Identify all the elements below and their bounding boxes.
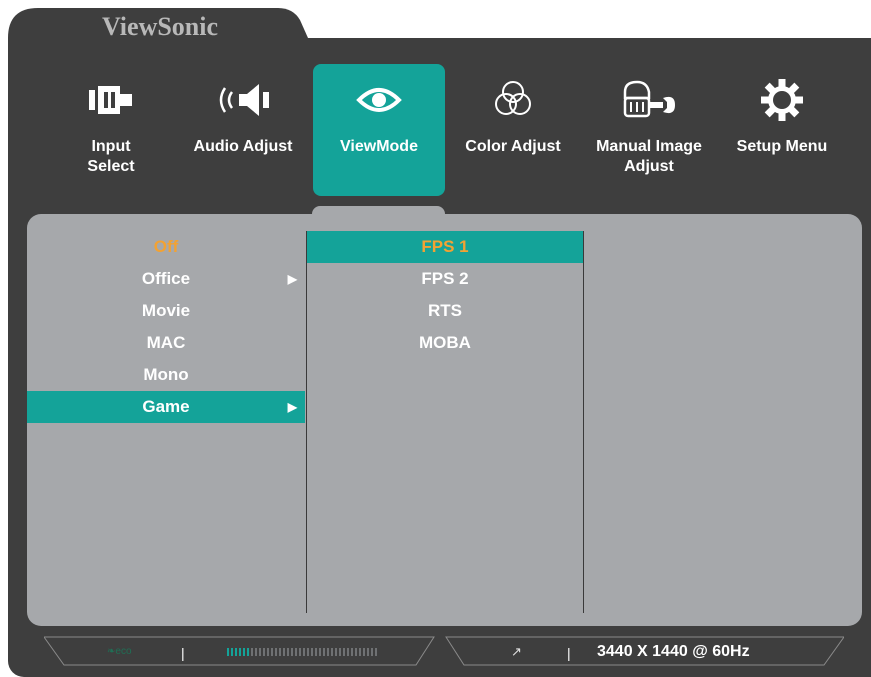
eco-level-segment [359, 648, 361, 656]
eco-level-segment [243, 648, 245, 656]
eco-level-segment [227, 648, 229, 656]
eco-level-segment [263, 648, 265, 656]
eye-icon [356, 88, 402, 112]
eco-level-segment [351, 648, 353, 656]
input-select-icon [89, 86, 132, 114]
viewmode-item-game[interactable]: Game ▶ [27, 391, 305, 423]
eco-level-segment [367, 648, 369, 656]
eco-level-segment [371, 648, 373, 656]
viewmode-item-mac[interactable]: MAC [27, 327, 305, 359]
viewmode-item-off[interactable]: Off [27, 231, 305, 263]
eco-level-segment [331, 648, 333, 656]
menu-label: Audio Adjust [193, 138, 293, 155]
eco-level-segment [279, 648, 281, 656]
item-label: Movie [141, 301, 191, 320]
game-item-fps2[interactable]: FPS 2 [307, 263, 583, 295]
eco-level-segment [239, 648, 241, 656]
osd-menu: ViewSonic Input Select Audio Adjust View… [0, 0, 871, 677]
resolution-readout: 3440 X 1440 @ 60Hz [597, 643, 750, 660]
menu-setup[interactable]: Setup Menu [716, 64, 848, 196]
eco-mode-indicator: ❧eco [107, 646, 132, 657]
eco-level-segment [375, 648, 377, 656]
eco-level-segment [327, 648, 329, 656]
eco-level-segment [283, 648, 285, 656]
submenu-arrow-icon: ▶ [287, 272, 297, 286]
menu-viewmode[interactable]: ViewMode [313, 64, 445, 196]
eco-label: eco [115, 646, 132, 657]
eco-level-segment [291, 648, 293, 656]
eco-level-segment [299, 648, 301, 656]
item-label: Off [153, 237, 179, 256]
item-label: RTS [428, 301, 462, 320]
status-separator: | [181, 645, 185, 661]
menu-audio-adjust[interactable]: Audio Adjust [177, 64, 309, 196]
menu-label: Manual Image Adjust [596, 138, 702, 175]
status-separator: | [567, 645, 571, 661]
game-item-moba[interactable]: MOBA [307, 327, 583, 359]
game-item-fps1[interactable]: FPS 1 [307, 231, 583, 263]
eco-level-segment [363, 648, 365, 656]
menu-input-select[interactable]: Input Select [45, 64, 177, 196]
eco-level-segment [247, 648, 249, 656]
item-label: FPS 1 [421, 237, 469, 256]
eco-level-segment [275, 648, 277, 656]
eco-level-segment [343, 648, 345, 656]
eco-level-segment [335, 648, 337, 656]
eco-level-segment [319, 648, 321, 656]
submenu-arrow-icon: ▶ [287, 400, 297, 414]
item-label: Office [141, 269, 191, 288]
eco-level-segment [355, 648, 357, 656]
item-label: FPS 2 [421, 269, 469, 288]
eco-level-segment [235, 648, 237, 656]
menu-color-adjust[interactable]: Color Adjust [447, 64, 579, 196]
eco-level-segment [287, 648, 289, 656]
eco-level-segment [231, 648, 233, 656]
eco-level-segment [311, 648, 313, 656]
external-link-icon: ↗ [511, 644, 522, 659]
viewmode-item-mono[interactable]: Mono [27, 359, 305, 391]
eco-level-segment [267, 648, 269, 656]
menu-label: Setup Menu [736, 138, 828, 155]
item-label: MOBA [419, 333, 471, 352]
eco-level-segment [347, 648, 349, 656]
menu-label: Color Adjust [465, 138, 561, 155]
column-divider [583, 231, 584, 613]
menu-label: Input Select [87, 138, 135, 175]
item-label: Game [142, 397, 190, 416]
eco-level-segment [255, 648, 257, 656]
eco-level-bar [227, 648, 378, 656]
color-adjust-icon [495, 81, 531, 115]
eco-level-segment [315, 648, 317, 656]
eco-level-segment [303, 648, 305, 656]
eco-level-segment [271, 648, 273, 656]
item-label: Mono [143, 365, 189, 384]
game-item-rts[interactable]: RTS [307, 295, 583, 327]
gear-icon [761, 79, 803, 121]
eco-level-segment [251, 648, 253, 656]
brand-logo: ViewSonic [102, 12, 219, 41]
eco-level-segment [307, 648, 309, 656]
menu-manual-image-adjust[interactable]: Manual Image Adjust [583, 64, 715, 196]
menu-label: ViewMode [340, 138, 418, 155]
item-label: MAC [146, 333, 186, 352]
eco-level-segment [339, 648, 341, 656]
eco-level-segment [259, 648, 261, 656]
manual-image-adjust-icon [623, 80, 675, 118]
viewmode-item-movie[interactable]: Movie [27, 295, 305, 327]
viewmode-item-office[interactable]: Office ▶ [27, 263, 305, 295]
eco-level-segment [323, 648, 325, 656]
audio-adjust-icon [219, 84, 269, 116]
eco-level-segment [295, 648, 297, 656]
